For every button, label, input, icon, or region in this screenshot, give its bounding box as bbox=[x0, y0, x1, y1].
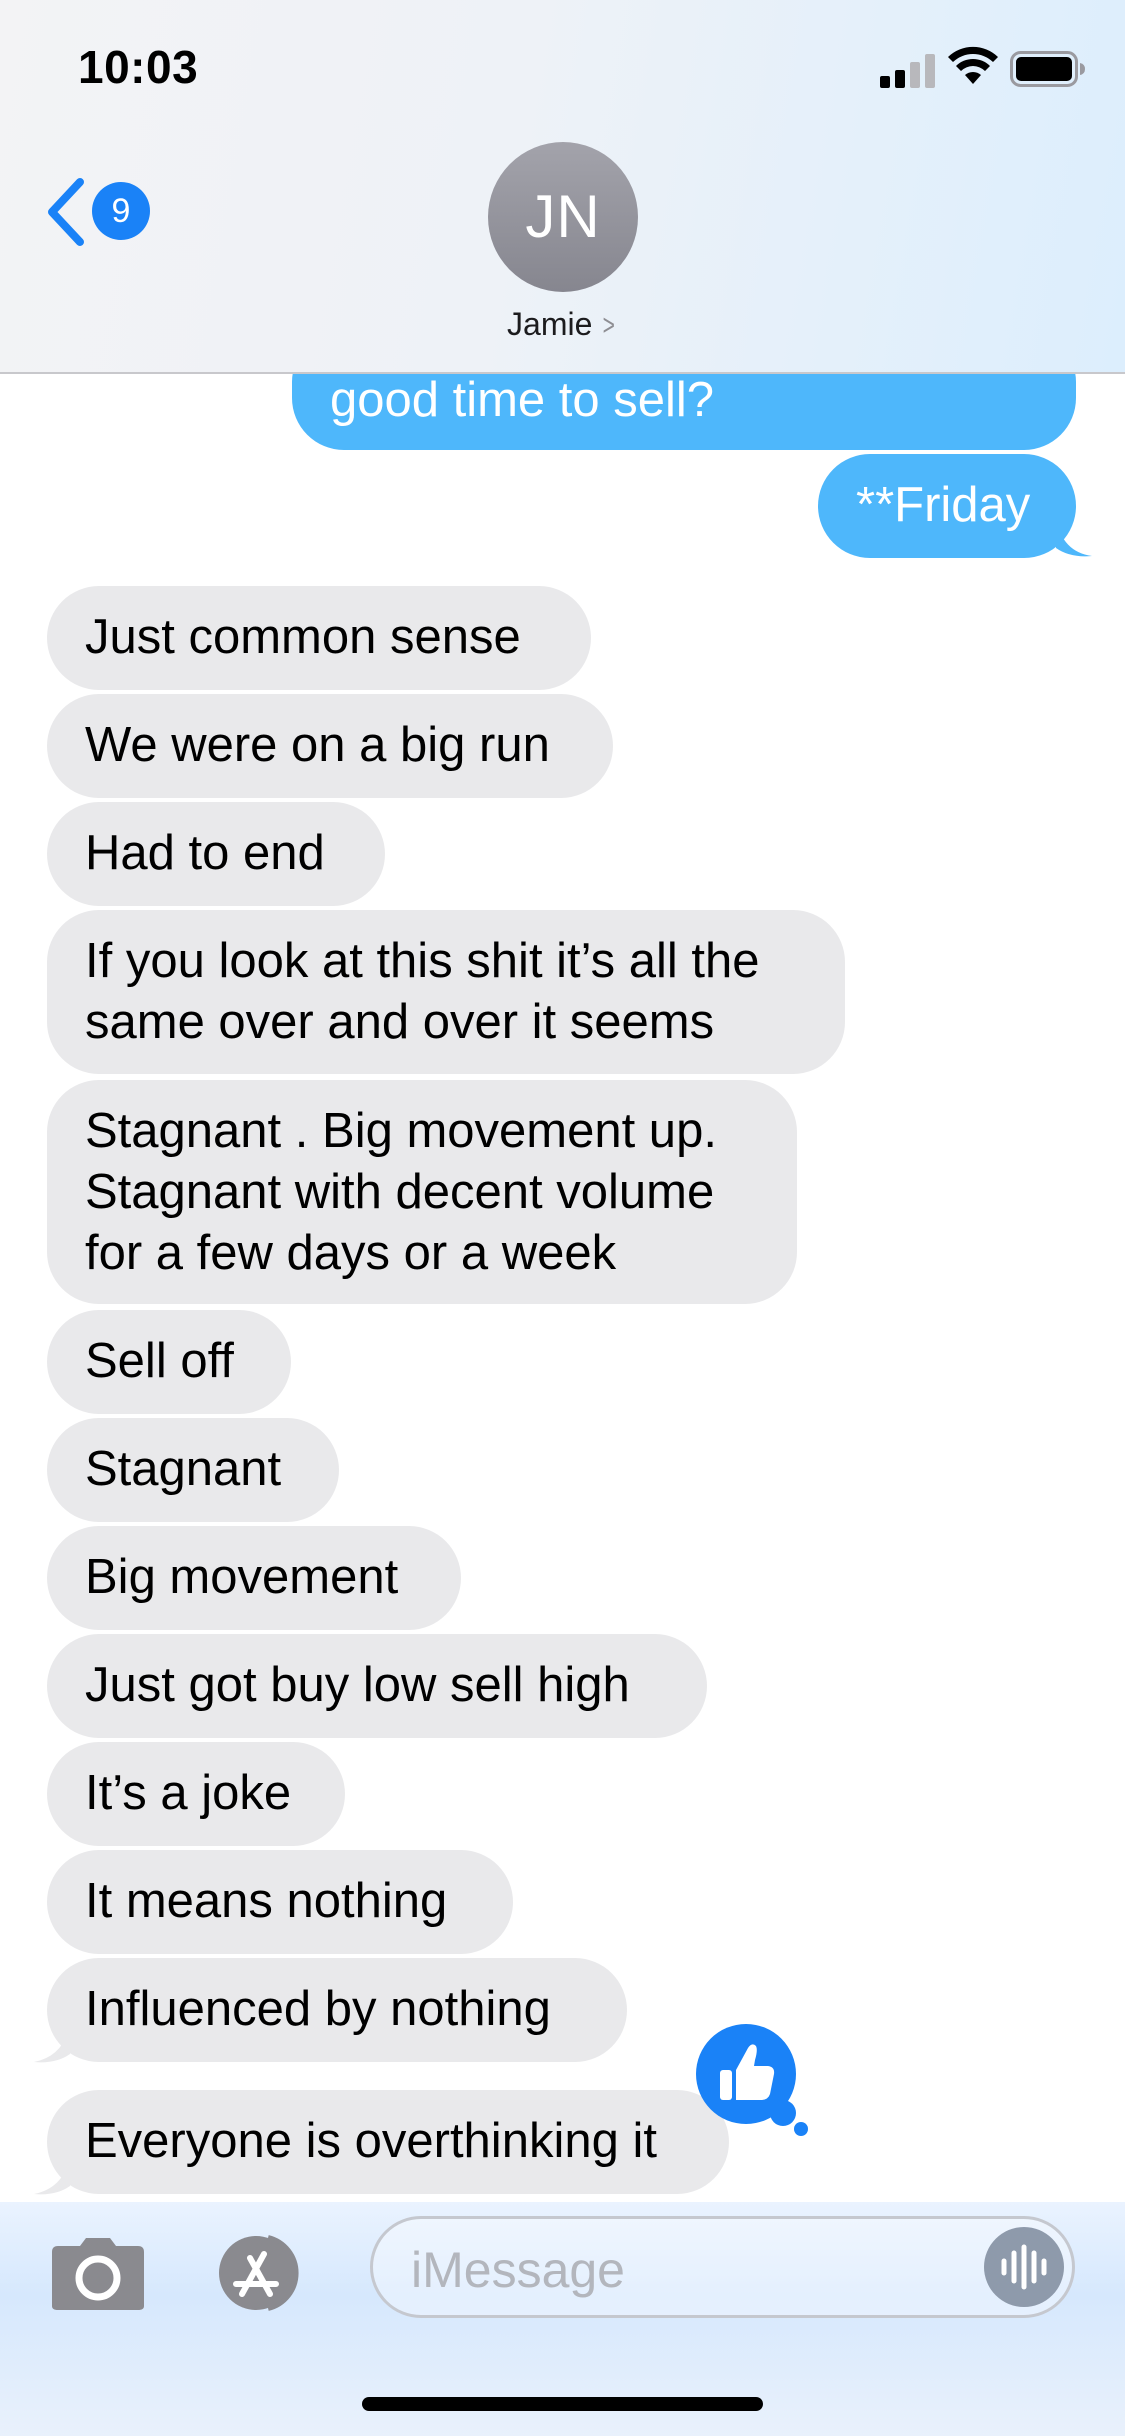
message-bubble-incoming[interactable]: Everyone is overthinking it bbox=[47, 2090, 729, 2194]
back-button[interactable]: 9 bbox=[46, 172, 156, 252]
message-text: Influenced by nothing bbox=[85, 1982, 551, 2036]
bubble-tail bbox=[34, 2156, 70, 2195]
imessage-input[interactable]: iMessage bbox=[370, 2216, 1075, 2318]
message-text: It means nothing bbox=[85, 1874, 448, 1928]
audio-record-button[interactable] bbox=[984, 2227, 1064, 2307]
message-text: Had to end bbox=[85, 826, 325, 880]
message-text: **Friday bbox=[856, 478, 1031, 532]
waveform-icon bbox=[1001, 2244, 1047, 2290]
message-bubble-incoming[interactable]: We were on a big run bbox=[47, 694, 613, 798]
message-text: Everyone is overthinking it bbox=[85, 2114, 657, 2168]
message-text: Big movement bbox=[85, 1550, 399, 1604]
bubble-tail bbox=[34, 2024, 70, 2063]
message-text: It’s a joke bbox=[85, 1766, 292, 1820]
message-text-line: same over and over it seems bbox=[85, 995, 715, 1049]
unread-count-badge: 9 bbox=[92, 182, 150, 240]
message-bubble-outgoing[interactable]: **Friday bbox=[818, 454, 1076, 558]
message-bubble-incoming[interactable]: Big movement bbox=[47, 1526, 461, 1630]
chevron-left-icon bbox=[48, 178, 84, 246]
tapback-bubble-dot bbox=[794, 2122, 808, 2136]
message-bubble-incoming[interactable]: Sell off bbox=[47, 1310, 291, 1414]
message-text-line: for a few days or a week bbox=[85, 1226, 617, 1280]
message-text: Stagnant bbox=[85, 1442, 282, 1496]
message-text-line: Stagnant with decent volume bbox=[85, 1165, 715, 1219]
tapback-bubble-dot bbox=[770, 2100, 796, 2126]
contact-name: Jamie bbox=[507, 306, 593, 342]
chevron-right-icon: > bbox=[603, 309, 616, 342]
message-bubble-incoming[interactable]: Stagnant bbox=[47, 1418, 339, 1522]
message-bubble-incoming[interactable]: Had to end bbox=[47, 802, 385, 906]
home-indicator[interactable] bbox=[362, 2397, 763, 2411]
message-text-line: Stagnant . Big movement up. bbox=[85, 1104, 717, 1158]
conversation-header: 10:03 9 JN Jamie > bbox=[0, 0, 1125, 374]
camera-icon[interactable] bbox=[50, 2236, 146, 2312]
message-bubble-incoming[interactable]: It’s a joke bbox=[47, 1742, 345, 1846]
message-bubble-incoming[interactable]: Influenced by nothing bbox=[47, 1958, 627, 2062]
message-text-line: If you look at this shit it’s all the bbox=[85, 934, 760, 988]
message-bubble-incoming[interactable]: Just got buy low sell high bbox=[47, 1634, 707, 1738]
wifi-icon bbox=[948, 46, 998, 84]
message-bubble-incoming[interactable]: If you look at this shit it’s all the sa… bbox=[47, 910, 845, 1074]
message-text: Sell off bbox=[85, 1334, 234, 1388]
message-bubble-incoming[interactable]: It means nothing bbox=[47, 1850, 513, 1954]
contact-avatar[interactable]: JN bbox=[488, 142, 638, 292]
message-text: We were on a big run bbox=[85, 718, 550, 772]
message-bubble-incoming[interactable]: Just common sense bbox=[47, 586, 591, 690]
app-store-icon[interactable] bbox=[208, 2232, 318, 2314]
cellular-signal-icon bbox=[880, 52, 936, 88]
battery-icon bbox=[1010, 51, 1085, 87]
contact-name-button[interactable]: Jamie > bbox=[0, 306, 1125, 343]
message-bubble-incoming[interactable]: Stagnant . Big movement up. Stagnant wit… bbox=[47, 1080, 797, 1304]
bubble-tail bbox=[1056, 518, 1092, 557]
message-text: Just common sense bbox=[85, 610, 521, 664]
message-text: good time to sell? bbox=[330, 373, 715, 427]
message-placeholder: iMessage bbox=[411, 2242, 625, 2298]
message-text: Just got buy low sell high bbox=[85, 1658, 630, 1712]
status-time: 10:03 bbox=[78, 41, 199, 93]
